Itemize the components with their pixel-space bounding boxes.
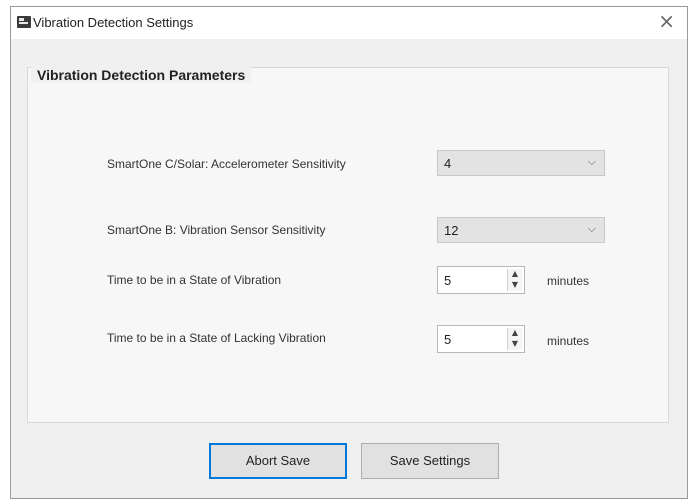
chevron-down-icon: ⌵: [587, 222, 596, 235]
state-vibration-label: Time to be in a State of Vibration: [107, 273, 282, 287]
app-icon: [17, 16, 31, 28]
state-lacking-spinner[interactable]: 5 ▲ ▼: [437, 325, 525, 353]
state-lacking-label: Time to be in a State of Lacking Vibrati…: [107, 331, 326, 345]
spinner-value: 5: [444, 273, 452, 288]
abort-save-button[interactable]: Abort Save: [209, 443, 347, 479]
select-value: 12: [444, 223, 459, 238]
window-title: Vibration Detection Settings: [33, 15, 194, 30]
spin-up-icon[interactable]: ▲: [510, 328, 520, 338]
spinner-value: 5: [444, 332, 452, 347]
vibration-sensor-sensitivity-label: SmartOne B: Vibration Sensor Sensitivity: [107, 223, 326, 237]
select-value: 4: [444, 156, 452, 171]
settings-dialog: Vibration Detection Settings × Vibration…: [10, 6, 688, 499]
save-settings-button[interactable]: Save Settings: [361, 443, 499, 479]
spinner-arrows: ▲ ▼: [507, 328, 522, 350]
state-lacking-unit: minutes: [547, 334, 590, 348]
spin-down-icon[interactable]: ▼: [510, 280, 520, 290]
group-title: Vibration Detection Parameters: [31, 67, 252, 83]
title-bar: Vibration Detection Settings ×: [11, 7, 687, 39]
accelerometer-sensitivity-select[interactable]: 4 ⌵: [437, 150, 605, 176]
spin-down-icon[interactable]: ▼: [510, 339, 520, 349]
close-icon[interactable]: ×: [658, 11, 675, 31]
chevron-down-icon: ⌵: [587, 155, 596, 168]
parameters-group: [27, 67, 669, 423]
accelerometer-sensitivity-label: SmartOne C/Solar: Accelerometer Sensitiv…: [107, 157, 346, 171]
spin-up-icon[interactable]: ▲: [510, 269, 520, 279]
spinner-arrows: ▲ ▼: [507, 269, 522, 291]
state-vibration-unit: minutes: [547, 274, 590, 288]
state-vibration-spinner[interactable]: 5 ▲ ▼: [437, 266, 525, 294]
vibration-sensor-sensitivity-select[interactable]: 12 ⌵: [437, 217, 605, 243]
